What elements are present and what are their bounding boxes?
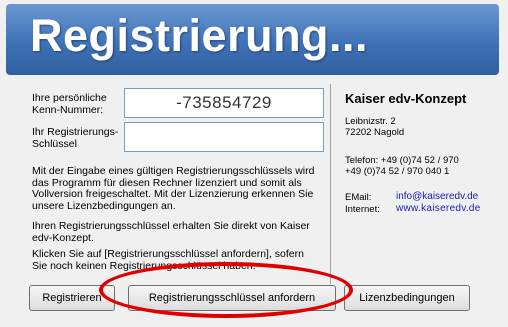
info-line: Ihren Registrierungsschlüssel erhalten S… (32, 220, 310, 232)
phone-line2: +49 (0)74 52 / 970 040 1 (345, 166, 450, 177)
company-address: Leibnizstr. 2 72202 Nagold (345, 116, 404, 138)
info-line: Mit der Eingabe eines gültigen Registrie… (32, 165, 315, 177)
info-line: Klicken Sie auf [Registrierungsschlüssel… (32, 248, 304, 260)
email-label: EMail: (345, 192, 372, 203)
vertical-divider (330, 84, 331, 284)
id-label: Ihre persönliche Kenn-Nummer: (32, 92, 107, 116)
info-paragraph-1: Mit der Eingabe eines gültigen Registrie… (32, 165, 315, 212)
info-line: unsere Lizenzbedingungen an. (32, 199, 176, 212)
company-name: Kaiser edv-Konzept (345, 91, 467, 106)
phone-line1: Telefon: +49 (0)74 52 / 970 (345, 155, 459, 166)
info-line: edv-Konzept. (32, 231, 94, 244)
registration-dialog: Registrierung... Ihre persönliche Kenn-N… (0, 0, 508, 327)
key-label-line2: Schlüssel (32, 138, 77, 150)
id-number-field[interactable]: -735854729 (124, 88, 324, 118)
internet-label: Internet: (345, 204, 380, 215)
license-terms-button[interactable]: Lizenzbedingungen (344, 285, 470, 311)
city: 72202 Nagold (345, 127, 405, 138)
info-line: Vollversion freigeschaltet. Mit der Lize… (32, 188, 314, 200)
registration-key-input[interactable] (124, 122, 324, 152)
street: Leibnizstr. 2 (345, 116, 396, 127)
key-label-line1: Ihr Registrierungs- (32, 126, 119, 138)
page-title: Registrierung... (30, 10, 369, 61)
key-label: Ihr Registrierungs- Schlüssel (32, 126, 118, 150)
id-label-line2: Kenn-Nummer: (32, 104, 104, 116)
website-link[interactable]: www.kaiseredv.de (396, 203, 481, 214)
highlight-ellipse (99, 262, 353, 318)
company-phone: Telefon: +49 (0)74 52 / 970 +49 (0)74 52… (345, 155, 459, 177)
email-link[interactable]: info@kaiseredv.de (396, 191, 478, 202)
id-label-line1: Ihre persönliche (32, 92, 107, 104)
info-paragraph-2: Ihren Registrierungsschlüssel erhalten S… (32, 220, 310, 244)
header-banner: Registrierung... (6, 4, 499, 75)
